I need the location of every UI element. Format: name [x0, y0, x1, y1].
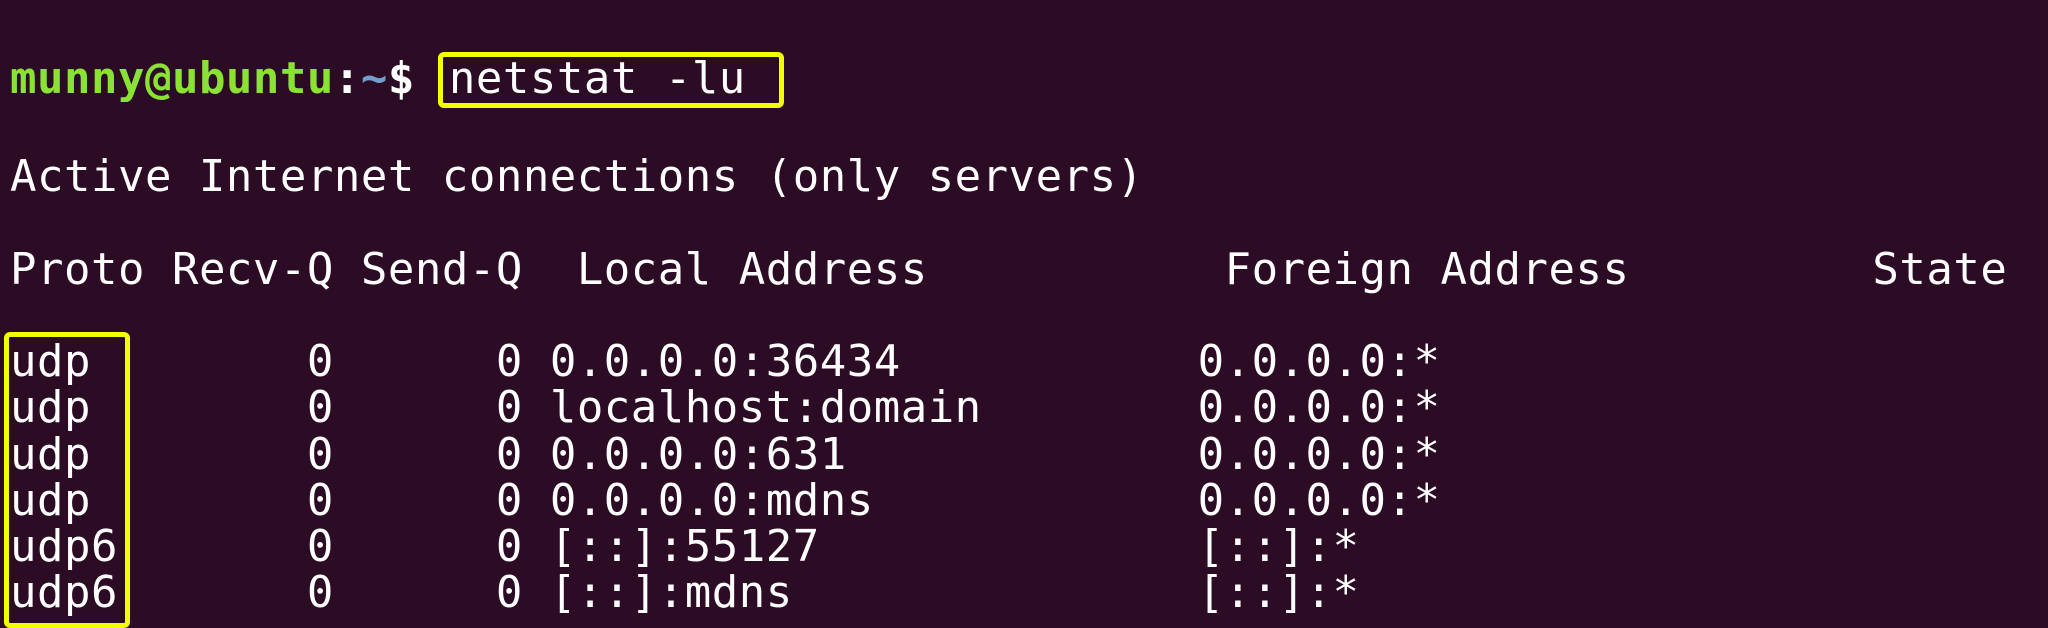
prompt-at: @ — [145, 53, 172, 104]
cell-local: [::]:mdns — [550, 567, 1198, 618]
prompt-host: ubuntu — [172, 53, 334, 104]
cell-local: 0.0.0.0:631 — [550, 429, 1198, 480]
table-row: udp 0 0 0.0.0.0:mdns 0.0.0.0:* — [10, 478, 2038, 524]
table-row: udp6 0 0 [::]:55127 [::]:* — [10, 524, 2038, 570]
table-row: udp 0 0 0.0.0.0:631 0.0.0.0:* — [10, 432, 2038, 478]
prompt-colon: : — [334, 53, 361, 104]
table-row: udp 0 0 localhost:domain 0.0.0.0:* — [10, 385, 2038, 431]
cell-sendq: 0 — [361, 336, 550, 387]
column-header-line: Proto Recv-Q Send-Q Local Address Foreig… — [10, 247, 2038, 293]
cell-foreign: [::]:* — [1198, 521, 1846, 572]
cell-local: [::]:55127 — [550, 521, 1198, 572]
cell-sendq: 0 — [361, 382, 550, 433]
col-recvq: Recv-Q — [172, 244, 361, 295]
cell-sendq: 0 — [361, 429, 550, 480]
cell-sendq: 0 — [361, 475, 550, 526]
prompt-dollar: $ — [388, 53, 415, 104]
cell-foreign: 0.0.0.0:* — [1198, 429, 1846, 480]
cell-proto: udp — [10, 336, 172, 387]
cell-foreign: [::]:* — [1198, 567, 1846, 618]
col-local: Local Address — [550, 244, 1225, 295]
col-sendq: Send-Q — [361, 244, 550, 295]
cell-sendq: 0 — [361, 521, 550, 572]
cell-proto: udp — [10, 475, 172, 526]
cell-proto: udp6 — [10, 567, 172, 618]
table-row: udp 0 0 0.0.0.0:36434 0.0.0.0:* — [10, 339, 2038, 385]
col-proto: Proto — [10, 244, 172, 295]
cell-recvq: 0 — [172, 567, 361, 618]
prompt-line: munny@ubuntu:~$ netstat -lu — [10, 52, 2038, 108]
command-text: netstat -lu — [449, 53, 773, 104]
prompt-path: ~ — [361, 53, 388, 104]
cell-recvq: 0 — [172, 475, 361, 526]
cell-foreign: 0.0.0.0:* — [1198, 475, 1846, 526]
cell-sendq: 0 — [361, 567, 550, 618]
output-header: Active Internet connections (only server… — [10, 154, 2038, 200]
cell-recvq: 0 — [172, 382, 361, 433]
cell-proto: udp — [10, 429, 172, 480]
command-highlight-box: netstat -lu — [438, 52, 784, 108]
cell-recvq: 0 — [172, 429, 361, 480]
cell-local: localhost:domain — [550, 382, 1198, 433]
table-rows: udp 0 0 0.0.0.0:36434 0.0.0.0:* udp 0 0 … — [10, 339, 2038, 616]
table-row: udp6 0 0 [::]:mdns [::]:* — [10, 570, 2038, 616]
terminal-output[interactable]: munny@ubuntu:~$ netstat -lu Active Inter… — [0, 0, 2048, 628]
cell-local: 0.0.0.0:36434 — [550, 336, 1198, 387]
cell-proto: udp6 — [10, 521, 172, 572]
col-state: State — [1872, 244, 2007, 295]
prompt-user: munny — [10, 53, 145, 104]
cell-recvq: 0 — [172, 336, 361, 387]
cell-recvq: 0 — [172, 521, 361, 572]
cell-foreign: 0.0.0.0:* — [1198, 336, 1846, 387]
col-foreign: Foreign Address — [1225, 244, 1873, 295]
cell-local: 0.0.0.0:mdns — [550, 475, 1198, 526]
cell-foreign: 0.0.0.0:* — [1198, 382, 1846, 433]
cell-proto: udp — [10, 382, 172, 433]
